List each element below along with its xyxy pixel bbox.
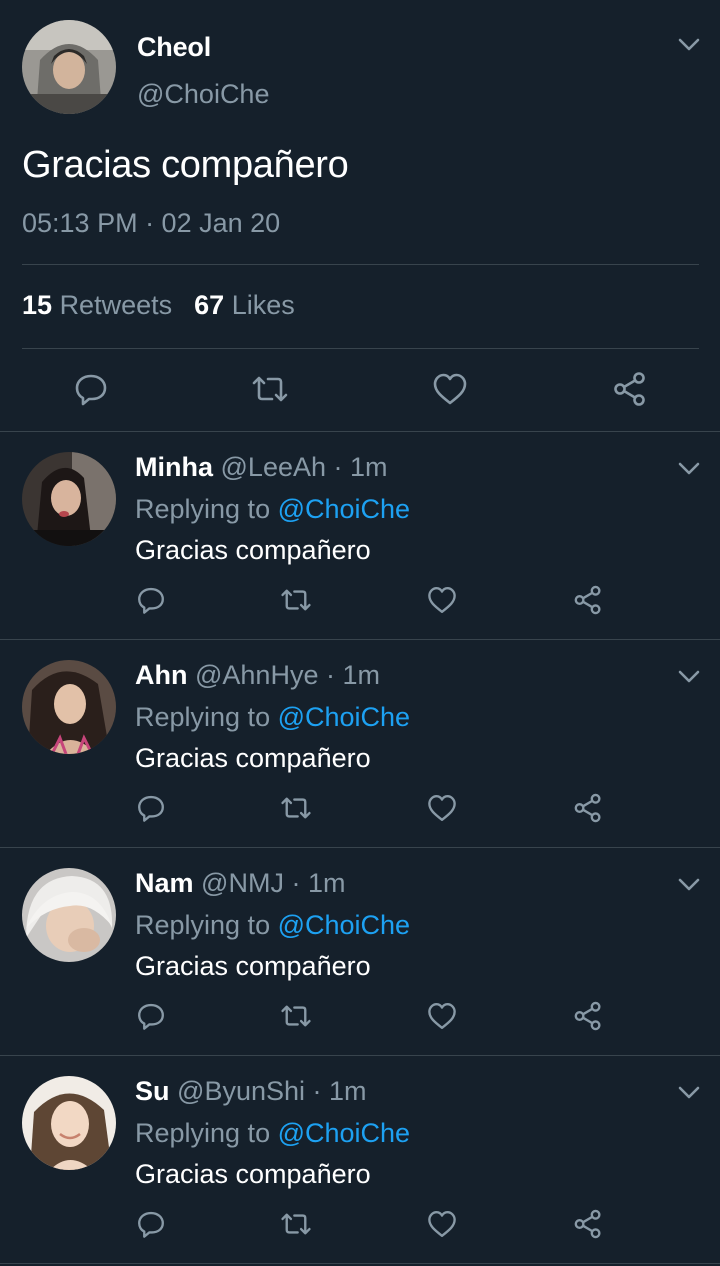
reply-author-name[interactable]: Ahn: [135, 660, 187, 690]
like-icon[interactable]: [426, 1000, 458, 1032]
reply-author-name[interactable]: Su: [135, 1076, 170, 1106]
reply-time: · 1m: [325, 660, 380, 690]
replying-to-label: Replying to: [135, 1118, 271, 1148]
reply-text: Gracias compañero: [135, 743, 371, 773]
replying-to-label: Replying to: [135, 494, 271, 524]
reply-icon[interactable]: [72, 370, 110, 408]
chevron-down-icon[interactable]: [677, 1084, 701, 1102]
replying-to: Replying to @ChoiChe: [135, 910, 410, 941]
reply-author-handle[interactable]: @AhnHye: [195, 660, 318, 690]
reply-icon[interactable]: [135, 792, 167, 824]
retweet-icon[interactable]: [280, 1208, 312, 1240]
author-handle[interactable]: @ChoiChe: [137, 79, 269, 110]
retweets-count[interactable]: 15: [22, 290, 52, 320]
divider: [0, 1263, 720, 1264]
reply-header: Minha @LeeAh · 1m: [135, 452, 388, 483]
reply-time: · 1m: [312, 1076, 367, 1106]
share-icon[interactable]: [611, 370, 649, 408]
share-icon[interactable]: [572, 792, 604, 824]
reply-time: · 1m: [291, 868, 346, 898]
reply-tweet[interactable]: Su @ByunShi · 1m Replying to @ChoiChe Gr…: [0, 1056, 720, 1264]
reply-author-name[interactable]: Nam: [135, 868, 194, 898]
retweet-icon[interactable]: [280, 584, 312, 616]
share-icon[interactable]: [572, 1000, 604, 1032]
like-icon[interactable]: [426, 792, 458, 824]
like-icon[interactable]: [426, 1208, 458, 1240]
retweet-icon[interactable]: [280, 1000, 312, 1032]
like-icon[interactable]: [426, 584, 458, 616]
mention-link[interactable]: @ChoiChe: [278, 702, 410, 732]
like-icon[interactable]: [431, 370, 469, 408]
mention-link[interactable]: @ChoiChe: [278, 910, 410, 940]
avatar[interactable]: [22, 1076, 116, 1170]
reply-icon[interactable]: [135, 584, 167, 616]
reply-text: Gracias compañero: [135, 951, 371, 981]
replying-to-label: Replying to: [135, 702, 271, 732]
reply-header: Ahn @AhnHye · 1m: [135, 660, 380, 691]
reply-text: Gracias compañero: [135, 1159, 371, 1189]
chevron-down-icon[interactable]: [677, 36, 701, 54]
avatar[interactable]: [22, 452, 116, 546]
chevron-down-icon[interactable]: [677, 460, 701, 478]
reply-time: · 1m: [333, 452, 388, 482]
share-icon[interactable]: [572, 1208, 604, 1240]
reply-author-name[interactable]: Minha: [135, 452, 213, 482]
reply-tweet[interactable]: Nam @NMJ · 1m Replying to @ChoiChe Graci…: [0, 848, 720, 1056]
author-name[interactable]: Cheol: [137, 32, 211, 63]
likes-label[interactable]: Likes: [232, 290, 295, 320]
share-icon[interactable]: [572, 584, 604, 616]
reply-author-handle[interactable]: @ByunShi: [177, 1076, 305, 1106]
retweets-label[interactable]: Retweets: [60, 290, 173, 320]
divider: [22, 348, 699, 349]
main-tweet: Cheol @ChoiChe Gracias compañero 05:13 P…: [0, 0, 720, 432]
reply-tweet[interactable]: Minha @LeeAh · 1m Replying to @ChoiChe G…: [0, 432, 720, 640]
retweet-icon[interactable]: [280, 792, 312, 824]
chevron-down-icon[interactable]: [677, 876, 701, 894]
chevron-down-icon[interactable]: [677, 668, 701, 686]
tweet-timestamp: 05:13 PM · 02 Jan 20: [22, 208, 281, 238]
tweet-thread-screen: Cheol @ChoiChe Gracias compañero 05:13 P…: [0, 0, 720, 1266]
replying-to: Replying to @ChoiChe: [135, 1118, 410, 1149]
divider: [22, 264, 699, 265]
tweet-stats: 15 Retweets 67 Likes: [22, 290, 295, 321]
tweet-text: Gracias compañero: [22, 144, 349, 186]
reply-tweet[interactable]: Ahn @AhnHye · 1m Replying to @ChoiChe Gr…: [0, 640, 720, 848]
replying-to: Replying to @ChoiChe: [135, 494, 410, 525]
mention-link[interactable]: @ChoiChe: [278, 494, 410, 524]
reply-header: Nam @NMJ · 1m: [135, 868, 345, 899]
avatar[interactable]: [22, 660, 116, 754]
reply-author-handle[interactable]: @NMJ: [201, 868, 284, 898]
reply-header: Su @ByunShi · 1m: [135, 1076, 367, 1107]
replying-to-label: Replying to: [135, 910, 271, 940]
retweet-icon[interactable]: [251, 370, 289, 408]
reply-icon[interactable]: [135, 1208, 167, 1240]
mention-link[interactable]: @ChoiChe: [278, 1118, 410, 1148]
reply-text: Gracias compañero: [135, 535, 371, 565]
reply-author-handle[interactable]: @LeeAh: [221, 452, 326, 482]
replying-to: Replying to @ChoiChe: [135, 702, 410, 733]
avatar[interactable]: [22, 20, 116, 114]
likes-count[interactable]: 67: [194, 290, 224, 320]
reply-icon[interactable]: [135, 1000, 167, 1032]
avatar[interactable]: [22, 868, 116, 962]
